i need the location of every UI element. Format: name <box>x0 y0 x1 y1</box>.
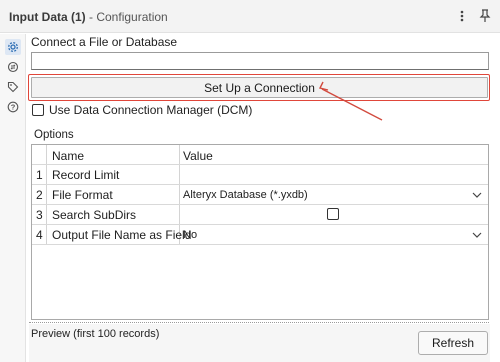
chevron-down-icon <box>472 192 482 198</box>
options-title: Options <box>34 129 74 141</box>
row-number: 3 <box>36 208 43 222</box>
search-subdirs-checkbox[interactable] <box>327 208 339 220</box>
file-format-value: Alteryx Database (*.yxdb) <box>183 189 308 201</box>
row-number: 1 <box>36 168 43 182</box>
dcm-checkbox[interactable] <box>32 104 44 116</box>
preview-label: Preview (first 100 records) <box>31 328 160 340</box>
output-file-name-dropdown[interactable]: No <box>180 225 488 244</box>
window-title: Input Data (1) - Configuration <box>9 10 168 24</box>
record-limit-input[interactable] <box>180 165 488 184</box>
help-icon[interactable]: ? <box>5 99 21 115</box>
row-number: 4 <box>36 228 43 242</box>
svg-text:?: ? <box>11 103 16 112</box>
option-name-output-file-name: Output File Name as Field <box>52 228 192 242</box>
tool-name: Input Data (1) <box>9 10 86 24</box>
refresh-button[interactable]: Refresh <box>418 331 488 355</box>
column-header-name: Name <box>52 149 85 163</box>
pin-icon[interactable] <box>476 7 494 25</box>
section-name: - Configuration <box>89 10 168 24</box>
gear-icon[interactable] <box>5 39 21 55</box>
config-sidebar: ? <box>0 34 26 362</box>
output-file-name-value: No <box>183 229 198 241</box>
connection-icon[interactable] <box>5 59 21 75</box>
annotation-highlight-box <box>28 74 490 101</box>
chevron-down-icon <box>472 232 482 238</box>
tag-icon[interactable] <box>5 79 21 95</box>
row-number: 2 <box>36 188 43 202</box>
connect-label: Connect a File or Database <box>31 35 178 49</box>
option-name-search-subdirs: Search SubDirs <box>52 208 137 222</box>
kebab-menu-icon[interactable] <box>453 7 471 25</box>
options-grid: Name Value 1 Record Limit 2 File Format … <box>31 144 489 320</box>
dcm-label: Use Data Connection Manager (DCM) <box>49 103 253 117</box>
annotation-arrow <box>318 81 383 121</box>
option-name-record-limit: Record Limit <box>52 168 120 182</box>
file-format-dropdown[interactable]: Alteryx Database (*.yxdb) <box>180 185 488 204</box>
option-name-file-format: File Format <box>52 188 113 202</box>
config-header: Input Data (1) - Configuration <box>0 0 500 33</box>
connection-input[interactable] <box>31 52 489 70</box>
column-header-value: Value <box>183 149 213 163</box>
